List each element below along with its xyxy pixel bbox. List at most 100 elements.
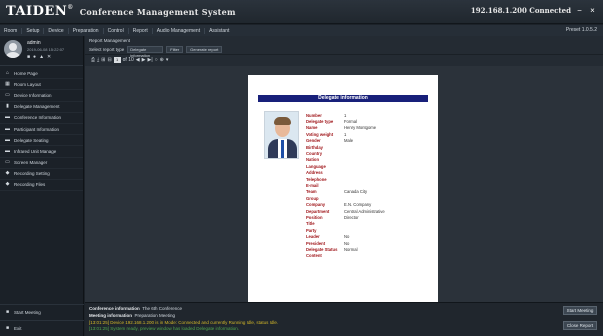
prev-page-icon[interactable]: ◀ — [136, 57, 140, 63]
field-label: Position — [306, 214, 323, 220]
last-page-icon[interactable]: ▶| — [147, 57, 152, 63]
sidebar-item-label: Participant Information — [14, 126, 60, 132]
log-line: [13:01:25] Device 192.168.1.200 is in Mo… — [89, 320, 279, 325]
menu-preparation[interactable]: Preparation — [69, 27, 104, 34]
sidebar-item-label: Recording Files — [14, 182, 46, 188]
start-meeting-button[interactable]: Start Meeting — [563, 306, 597, 315]
sidebar-item-infrared-unit-manage[interactable]: ▬ Infrared Unit Manage — [0, 146, 83, 158]
menu-device[interactable]: Device — [44, 27, 69, 34]
menu-audio-management[interactable]: Audio Management — [153, 27, 206, 34]
screen-icon: ▭ — [5, 159, 10, 166]
sidebar-item-device-information[interactable]: ▭ Device Information — [0, 90, 83, 102]
sidebar-item-conference-information[interactable]: ▬ Conference Information — [0, 113, 83, 124]
minimize-icon[interactable]: − — [575, 6, 584, 15]
menu-setup[interactable]: Setup — [22, 27, 45, 34]
field-row: Content — [306, 253, 431, 259]
exit-icon: ■ — [5, 325, 10, 331]
sidebar-item-home-page[interactable]: ⌂ Home Page — [0, 68, 83, 80]
field-label: Department — [306, 208, 330, 214]
field-value: Male — [344, 138, 354, 144]
menu-room[interactable]: Room — [0, 27, 23, 34]
fit-page-icon[interactable]: ⊞ — [101, 57, 105, 63]
sidebar-nav: ⌂ Home Page ▦ Room Layout ▭ Device Informat… — [0, 68, 83, 192]
field-label: E-mail — [306, 182, 319, 188]
sidebar-item-label: Infrared Unit Manage — [14, 148, 57, 154]
menu-control[interactable]: Control — [104, 27, 129, 34]
menu-report[interactable]: Report — [129, 27, 153, 34]
field-label: Address — [306, 170, 323, 176]
preset-info[interactable]: Preset 1.0.5.2 — [566, 27, 597, 33]
sidebar-item-room-layout[interactable]: ▦ Room Layout — [0, 79, 83, 91]
sidebar-item-delegate-seating[interactable]: ▬ Delegate Seating — [0, 135, 83, 147]
infrared-icon: ▬ — [5, 147, 10, 154]
field-label: Title — [306, 221, 315, 227]
sidebar-item-label: Exit — [14, 326, 22, 331]
sidebar: admin 2019-06-08 15:22:07 ■ ● ▲ ✕ ⌂ Home … — [0, 36, 84, 336]
conference-info: Conference information The 6th Conferenc… — [89, 306, 183, 311]
exit-nav[interactable]: ■ Exit — [0, 320, 84, 336]
field-label: Delegate Status — [306, 246, 338, 252]
page-number-input[interactable]: 1 — [113, 56, 121, 63]
next-page-icon[interactable]: ▶ — [142, 57, 146, 63]
refresh-icon[interactable]: ○ — [155, 57, 158, 63]
print-icon[interactable]: ⎙ — [91, 57, 95, 63]
sidebar-item-recording-setting[interactable]: ◆ Recording Setting — [0, 169, 83, 180]
sidebar-bottom: ■ Start Meeting ■ Exit — [0, 304, 84, 336]
field-label: Team — [306, 189, 317, 195]
filter-button[interactable]: Filter — [166, 45, 184, 53]
field-label: Country — [306, 151, 323, 157]
page-count: of 10 — [122, 56, 134, 63]
delegate-photo — [264, 111, 299, 159]
page-header: Report Management — [85, 36, 603, 44]
sidebar-item-participant-information[interactable]: ▬ Participant Information — [0, 124, 83, 136]
sidebar-item-label: Conference Information — [14, 115, 62, 121]
delegate-icon: ▮ — [6, 103, 9, 110]
title-bar-right: 192.168.1.200 Connected − × — [471, 6, 597, 15]
sidebar-item-screen-manager[interactable]: ▭ Screen Manager — [0, 158, 83, 169]
sidebar-item-recording-files[interactable]: ◆ Recording Files — [0, 180, 83, 192]
lock-icon[interactable]: ■ — [27, 54, 30, 60]
app-window: TAIDEN® Conference Management System 192… — [0, 0, 603, 336]
sidebar-item-label: Home Page — [14, 70, 38, 76]
field-label: Language — [306, 163, 326, 169]
logout-icon[interactable]: ✕ — [47, 54, 51, 60]
filter-bar: Select report type Delegate information … — [85, 44, 603, 58]
info-panel: Conference information The 6th Conferenc… — [85, 302, 603, 336]
export-icon[interactable]: ⤓ — [97, 57, 99, 63]
sidebar-item-label: Start Meeting — [14, 310, 41, 315]
field-label: President — [306, 240, 326, 246]
report-type-label: Select report type — [89, 46, 125, 52]
field-label: Delegate type — [306, 119, 334, 125]
main-area: Report Management Select report type Del… — [85, 36, 603, 336]
field-label: Number — [306, 112, 322, 118]
report-header: Delegate information — [258, 95, 428, 102]
report-type-select[interactable]: Delegate information — [127, 45, 164, 58]
user-panel: admin 2019-06-08 15:22:07 ■ ● ▲ ✕ — [0, 36, 83, 66]
report-viewer[interactable]: Delegate information Number 1 Delegate ty… — [85, 66, 603, 330]
close-report-button[interactable]: Close Report — [563, 321, 597, 330]
menu-assistant[interactable]: Assistant — [205, 28, 233, 34]
field-value: No — [344, 234, 350, 240]
field-label: Party — [306, 227, 317, 233]
field-value: Director — [344, 214, 359, 220]
brand-logo: TAIDEN® — [6, 4, 74, 19]
sidebar-item-label: Delegate Management — [14, 104, 60, 110]
generate-report-button[interactable]: Generate report — [186, 45, 223, 53]
user-actions: ■ ● ▲ ✕ — [27, 54, 64, 60]
meeting-icon: ■ — [5, 309, 10, 315]
page-title: Report Management — [89, 37, 131, 43]
alert-icon[interactable]: ▲ — [39, 54, 44, 60]
field-label: Gender — [306, 138, 321, 144]
field-value: Normal — [344, 246, 358, 252]
settings-icon[interactable]: ● — [33, 54, 36, 60]
sidebar-item-label: Screen Manager — [14, 160, 48, 166]
fit-width-icon[interactable]: ⊟ — [107, 57, 111, 63]
sidebar-item-label: Room Layout — [14, 81, 41, 87]
report-page: Delegate information Number 1 Delegate ty… — [248, 75, 438, 323]
close-icon[interactable]: × — [588, 6, 597, 15]
field-label: Birthday — [306, 144, 323, 150]
zoom-icon[interactable]: ⊕ — [160, 57, 164, 63]
sidebar-item-delegate-management[interactable]: ▮ Delegate Management — [0, 102, 83, 113]
zoom-dropdown-icon[interactable]: ▾ — [166, 57, 169, 63]
start-meeting-nav[interactable]: ■ Start Meeting — [0, 304, 84, 320]
